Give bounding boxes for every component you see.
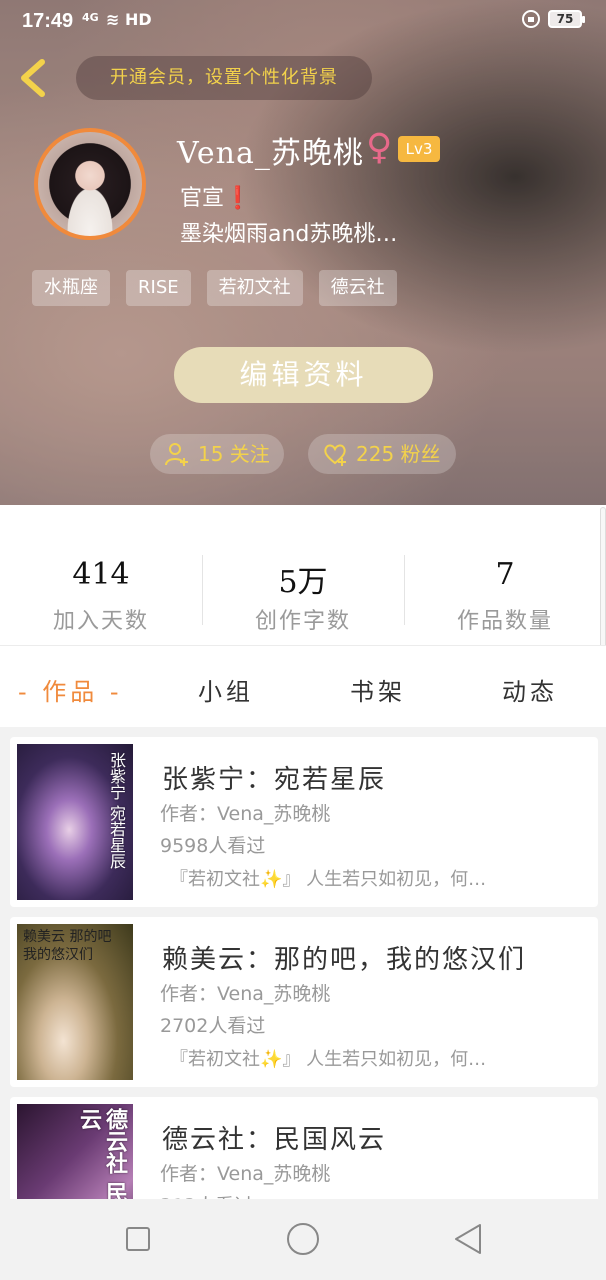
tab-activity[interactable]: 动态 [502, 672, 558, 707]
list-item[interactable]: 赖美云 那的吧 我的悠汉们 赖美云：那的吧，我的悠汉们 作者：Vena_苏晚桃 … [10, 917, 598, 1087]
work-title: 赖美云：那的吧，我的悠汉们 [162, 945, 527, 975]
wifi-label: HD [124, 10, 152, 29]
stat-label: 加入天数 [52, 609, 149, 634]
chevron-left-icon [21, 59, 45, 97]
status-bar: 17:49 4G ≋ HD 75 [0, 0, 606, 44]
stat-works: 7 作品数量 [404, 557, 606, 635]
back-triangle-icon[interactable] [454, 1223, 482, 1255]
works-list: 张紫宁 宛若星辰 张紫宁：宛若星辰 作者：Vena_苏晚桃 9598人看过 『若… [0, 727, 606, 1199]
work-views: 2702人看过 [160, 1015, 266, 1037]
back-button[interactable] [14, 56, 54, 100]
tag-item[interactable]: 德云社 [318, 270, 397, 306]
stat-days: 414 加入天数 [0, 557, 202, 635]
edit-profile-button[interactable]: 编辑资料 [174, 347, 433, 403]
tab-groups[interactable]: 小组 [198, 672, 254, 707]
female-icon: ♀ [366, 127, 393, 168]
work-author: 作者：Vena_苏晚桃 [160, 803, 331, 825]
status-time: 17:49 [22, 10, 74, 32]
avatar[interactable] [34, 128, 146, 240]
bio-text: 官宣 [180, 186, 225, 211]
tag-item[interactable]: 若初文社 [206, 270, 303, 306]
following-label: 15 关注 [198, 442, 270, 466]
add-user-icon [165, 443, 188, 466]
system-nav-bar [0, 1199, 606, 1280]
book-cover[interactable]: 张紫宁 宛若星辰 [17, 744, 133, 900]
network-indicator: 4G [82, 11, 99, 24]
work-author: 作者：Vena_苏晚桃 [160, 1163, 331, 1185]
stat-value: 7 [495, 557, 515, 592]
stat-words: 5万 创作字数 [202, 557, 404, 635]
tag-item[interactable]: RISE [126, 270, 191, 306]
scroll-indicator[interactable] [600, 507, 606, 657]
level-badge: Lv3 [398, 136, 440, 162]
fans-button[interactable]: 225 粉丝 [308, 434, 456, 474]
work-author: 作者：Vena_苏晚桃 [160, 983, 331, 1005]
tag-item[interactable]: 水瓶座 [32, 270, 110, 306]
profile-header: 17:49 4G ≋ HD 75 开通会员，设置个性化背景 Vena_苏晚桃 ♀… [0, 0, 606, 505]
stat-value: 414 [72, 557, 130, 592]
status-right: 75 [522, 10, 585, 28]
cover-text: 德云社 民国风云 [76, 1108, 127, 1199]
work-description: 『若初文社✨』 人生若只如初见，何… [170, 1049, 487, 1070]
recent-apps-button[interactable] [126, 1227, 150, 1251]
username: Vena_苏晚桃 [177, 136, 364, 171]
fans-label: 225 粉丝 [356, 442, 441, 466]
bio-line-1: 官宣❗ [180, 180, 251, 212]
work-title: 德云社：民国风云 [162, 1125, 387, 1155]
tab-bookshelf[interactable]: 书架 [350, 672, 406, 707]
rotation-lock-icon [522, 10, 540, 28]
exclamation-icon: ❗ [224, 186, 252, 211]
tab-bar: - 作品 - 小组 书架 动态 [0, 645, 606, 727]
vip-banner[interactable]: 开通会员，设置个性化背景 [76, 56, 372, 100]
battery-icon: 75 [548, 10, 585, 28]
book-cover[interactable]: 赖美云 那的吧 我的悠汉们 [17, 924, 133, 1080]
work-title: 张紫宁：宛若星辰 [162, 765, 387, 795]
work-views: 9598人看过 [160, 835, 266, 857]
list-item[interactable]: 德云社 民国风云 德云社：民国风云 作者：Vena_苏晚桃 313人看过 [10, 1097, 598, 1199]
stat-label: 作品数量 [456, 609, 553, 634]
stat-label: 创作字数 [254, 609, 351, 634]
cover-text: 赖美云 那的吧 我的悠汉们 [23, 929, 112, 963]
tab-works[interactable]: - 作品 - [18, 672, 123, 707]
heart-plus-icon [324, 444, 346, 466]
wifi-icon: ≋ HD [106, 10, 152, 29]
work-description: 『若初文社✨』 人生若只如初见，何… [170, 869, 487, 890]
book-cover[interactable]: 德云社 民国风云 [17, 1104, 133, 1199]
tag-list: 水瓶座 RISE 若初文社 德云社 [32, 270, 397, 306]
stat-value: 5万 [278, 565, 328, 600]
cover-text: 张紫宁 宛若星辰 [107, 752, 126, 870]
work-views: 313人看过 [160, 1191, 253, 1199]
stats-panel: 414 加入天数 5万 创作字数 7 作品数量 [0, 505, 606, 645]
bio-line-2: 墨染烟雨and苏晚桃… [180, 222, 398, 247]
home-button[interactable] [287, 1223, 319, 1255]
list-item[interactable]: 张紫宁 宛若星辰 张紫宁：宛若星辰 作者：Vena_苏晚桃 9598人看过 『若… [10, 737, 598, 907]
following-button[interactable]: 15 关注 [150, 434, 284, 474]
